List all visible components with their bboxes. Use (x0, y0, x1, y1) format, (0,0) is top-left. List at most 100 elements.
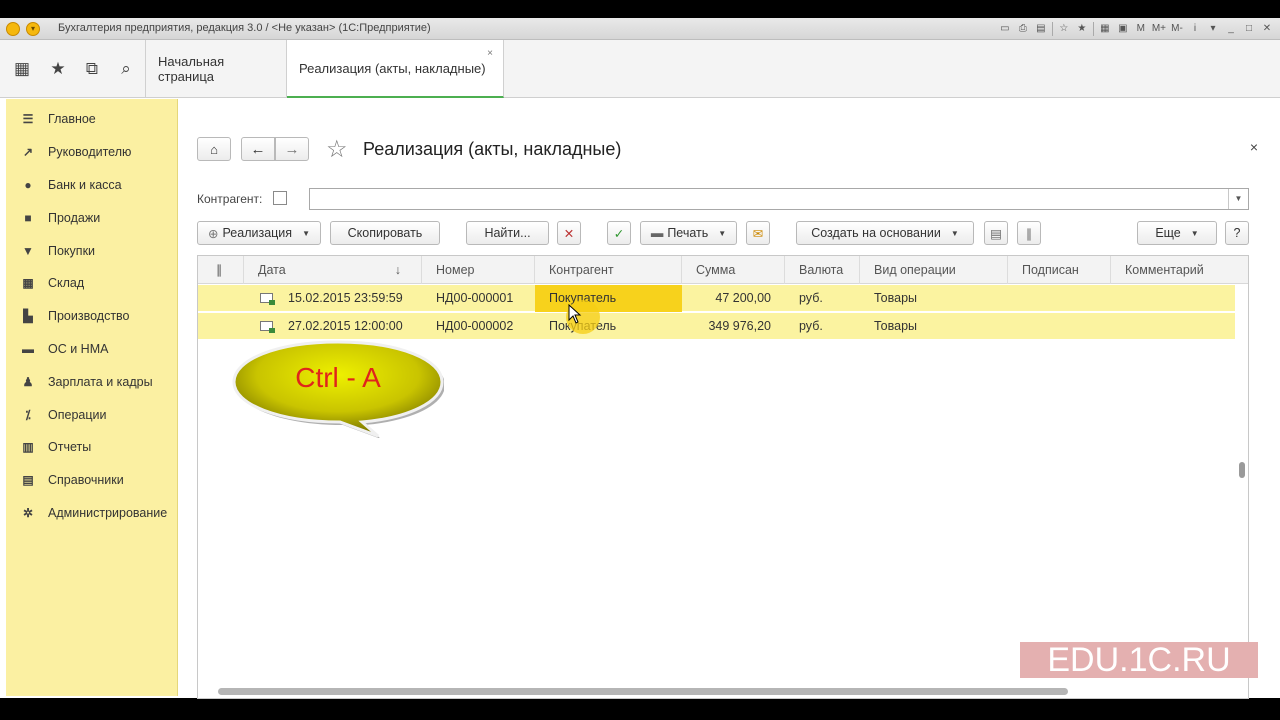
sidebar-item-production[interactable]: ▙ Производство (6, 300, 177, 333)
cell-operation: Товары (874, 291, 917, 305)
preview-icon[interactable]: ▤ (1034, 22, 1048, 36)
sidebar-item-admin[interactable]: ✲ Администрирование (6, 497, 177, 530)
counterparty-checkbox[interactable] (273, 191, 287, 205)
save-icon[interactable]: ▭ (998, 22, 1012, 36)
sidebar-item-assets[interactable]: ▬ ОС и НМА (6, 333, 177, 366)
email-button[interactable]: ✉ (746, 221, 770, 245)
app-menu-icon[interactable]: ▾ (26, 22, 40, 36)
more-button[interactable]: Еще ▼ (1137, 221, 1217, 245)
sidebar-item-salary[interactable]: ♟ Зарплата и кадры (6, 365, 177, 398)
sidebar-item-sales[interactable]: ■ Продажи (6, 201, 177, 234)
table-row[interactable]: 27.02.2015 12:00:00 НД00-000002 Покупате… (198, 313, 1235, 340)
counterparty-field[interactable]: ▼ (309, 188, 1249, 210)
chevron-down-icon: ▼ (302, 228, 310, 238)
sidebar-item-label: Отчеты (48, 440, 92, 455)
cell-date: 15.02.2015 23:59:59 (288, 291, 403, 305)
paperclip-icon: ∥ (216, 263, 223, 277)
sidebar-item-label: Продажи (48, 210, 101, 225)
printer-icon: ▬ (650, 226, 664, 240)
sidebar-item-reports[interactable]: ▥ Отчеты (6, 431, 177, 464)
table-header: ∥ Дата ↓ Номер Контрагент Сумма Валюта Ви… (198, 256, 1248, 284)
favorites-icon[interactable]: ☆ (1057, 22, 1071, 36)
dropdown-icon[interactable]: ▾ (1206, 22, 1220, 36)
sidebar-item-operations[interactable]: ⁒ Операции (6, 398, 177, 431)
help-button[interactable]: ? (1225, 221, 1249, 245)
table-row[interactable]: 15.02.2015 23:59:59 НД00-000001 Покупате… (198, 285, 1235, 312)
sidebar-item-warehouse[interactable]: ▦ Склад (6, 267, 177, 300)
column-header-comment[interactable]: Комментарий (1111, 256, 1248, 284)
titlebar-tools: ▭ ⎙ ▤ ☆ ★ ▦ ▣ M M+ M- i ▾ _ □ ✕ (998, 21, 1280, 37)
tab-realization[interactable]: Реализация (акты, накладные) × (287, 40, 504, 98)
column-header-counterparty[interactable]: Контрагент (535, 256, 682, 284)
sidebar-item-manager[interactable]: ↗ Руководителю (6, 136, 177, 169)
book-icon: ▤ (22, 473, 34, 488)
column-header-date[interactable]: Дата ↓ (244, 256, 422, 284)
calculator-icon[interactable]: ▦ (1098, 22, 1112, 36)
memory-minus-button[interactable]: M- (1170, 22, 1184, 36)
column-header-sum[interactable]: Сумма (682, 256, 785, 284)
print-button[interactable]: ▬ Печать ▼ (640, 221, 737, 245)
column-header-currency[interactable]: Валюта (785, 256, 860, 284)
maximize-icon[interactable]: □ (1242, 22, 1256, 36)
sections-grid-icon[interactable]: ▦ (6, 40, 38, 98)
column-header-signed[interactable]: Подписан (1008, 256, 1111, 284)
print-icon[interactable]: ⎙ (1016, 22, 1030, 36)
column-label: Комментарий (1125, 263, 1204, 277)
close-window-icon[interactable]: ✕ (1260, 22, 1274, 36)
back-button[interactable]: ← (241, 137, 275, 161)
sidebar-item-main[interactable]: ☰ Главное (6, 103, 177, 136)
copy-label: Скопировать (347, 226, 423, 240)
person-icon: ♟ (22, 374, 34, 389)
sidebar-item-purchases[interactable]: ▼ Покупки (6, 234, 177, 267)
create-based-label: Создать на основании (811, 226, 941, 240)
document-posted-icon (260, 321, 275, 333)
post-document-icon: ✓ (613, 226, 625, 241)
history-icon[interactable]: ⧉ (76, 40, 108, 98)
forward-button[interactable]: → (275, 137, 309, 161)
star-icon[interactable]: ★ (1075, 22, 1089, 36)
menu-icon: ☰ (22, 112, 34, 127)
cart-icon: ▼ (22, 243, 34, 258)
titlebar-divider (1092, 22, 1094, 36)
tab-close-icon[interactable]: × (487, 48, 493, 59)
documents-table[interactable]: ∥ Дата ↓ Номер Контрагент Сумма Валюта Ви… (197, 255, 1249, 699)
column-header-operation[interactable]: Вид операции (860, 256, 1008, 284)
info-icon[interactable]: i (1188, 22, 1202, 36)
copy-button[interactable]: Скопировать (330, 221, 440, 245)
search-icon[interactable]: ⌕ (110, 40, 142, 98)
sidebar-item-catalogs[interactable]: ▤ Справочники (6, 464, 177, 497)
find-button[interactable]: Найти... (466, 221, 549, 245)
post-document-button[interactable]: ✓ (607, 221, 631, 245)
add-favorite-star-icon[interactable]: ☆ (326, 135, 348, 164)
memory-m-button[interactable]: M (1134, 22, 1148, 36)
cancel-search-icon: ✕ (563, 226, 575, 241)
create-based-on-button[interactable]: Создать на основании ▼ (796, 221, 974, 245)
attach-file-button[interactable]: ∥ (1017, 221, 1041, 245)
vertical-scrollbar[interactable] (1239, 462, 1245, 478)
print-label: Печать (667, 226, 709, 240)
attachment-column-header[interactable]: ∥ (198, 256, 244, 284)
favorites-star-icon[interactable]: ★ (42, 40, 74, 98)
app-logo-icon[interactable] (6, 22, 20, 36)
title-bar: ▾ Бухгалтерия предприятия, редакция 3.0 … (0, 18, 1280, 40)
realization-create-button[interactable]: ⊕ Реализация ▼ (197, 221, 321, 245)
cursor-arrow-icon (568, 304, 582, 324)
chevron-down-icon[interactable]: ▼ (1228, 189, 1248, 209)
column-label: Сумма (696, 263, 736, 277)
cancel-search-button[interactable]: ✕ (557, 221, 581, 245)
paperclip-icon: ∥ (1025, 226, 1033, 241)
sidebar-item-bank[interactable]: ● Банк и касса (6, 169, 177, 202)
minimize-icon[interactable]: _ (1224, 22, 1238, 36)
column-header-number[interactable]: Номер (422, 256, 535, 284)
tab-home[interactable]: Начальная страница (146, 40, 287, 98)
calendar-icon[interactable]: ▣ (1116, 22, 1130, 36)
sidebar-item-label: Склад (48, 276, 85, 291)
add-circle-icon: ⊕ (208, 226, 219, 241)
document-structure-button[interactable]: ▤ (984, 221, 1008, 245)
sidebar-item-label: ОС и НМА (48, 341, 109, 356)
home-button[interactable]: ⌂ (197, 137, 231, 161)
close-form-icon[interactable]: × (1250, 139, 1258, 155)
memory-plus-button[interactable]: M+ (1152, 22, 1166, 36)
sidebar-item-label: Справочники (48, 473, 124, 488)
horizontal-scrollbar[interactable] (218, 688, 1068, 695)
